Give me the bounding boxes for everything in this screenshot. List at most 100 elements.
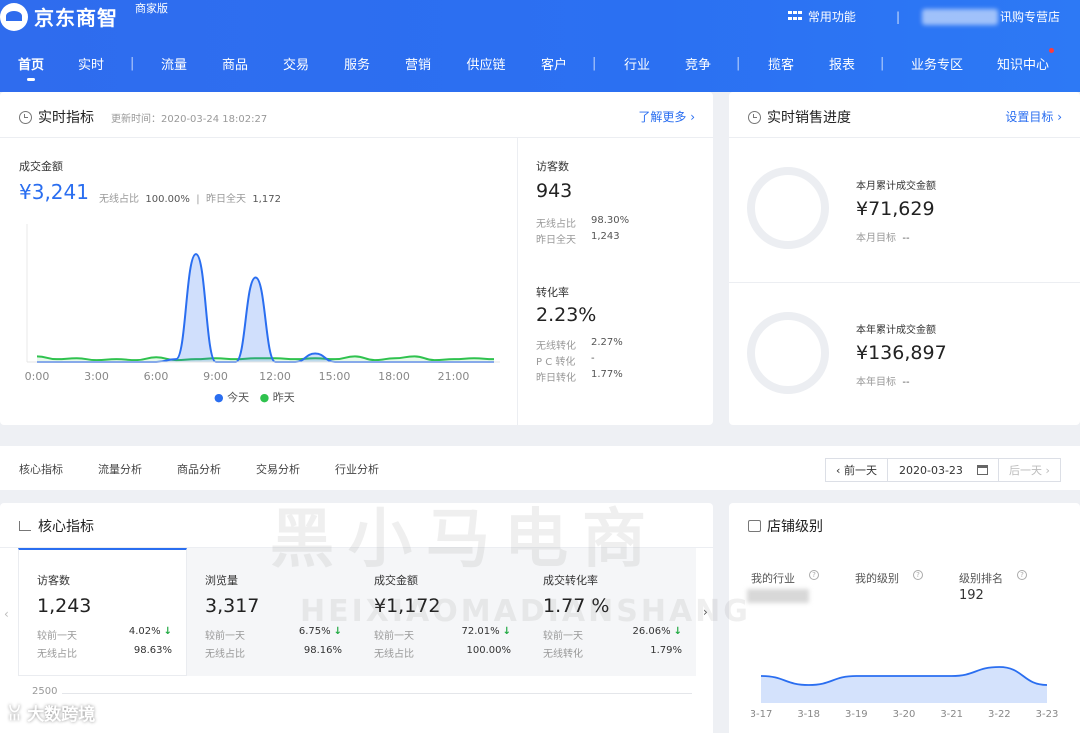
x-tick-label: 15:00 xyxy=(319,370,351,383)
metric-label: 成交转化率 xyxy=(543,574,598,587)
tab-product-analysis[interactable]: 商品分析 xyxy=(177,461,221,477)
clock-icon xyxy=(19,110,32,124)
metric-value: 3,317 xyxy=(205,595,260,617)
nav-home[interactable]: 首页 xyxy=(18,54,44,81)
nav-trade[interactable]: 交易 xyxy=(283,54,309,73)
level-x-tick: 3-17 xyxy=(751,709,772,720)
series-today xyxy=(37,253,494,363)
jd-logo-icon xyxy=(0,2,28,31)
metric-second-value: 98.16% xyxy=(303,645,342,656)
store-name[interactable]: 讯购专营店 xyxy=(1000,8,1060,25)
grid-icon xyxy=(787,10,802,23)
nav-business-zone[interactable]: 业务专区 xyxy=(911,54,963,73)
prev-day-button[interactable]: ‹ 前一天 xyxy=(825,458,888,482)
x-tick-label: 3:00 xyxy=(84,370,109,383)
carousel-next-icon[interactable]: › xyxy=(703,605,708,619)
x-tick-label: 18:00 xyxy=(378,370,410,383)
nav-marketing[interactable]: 营销 xyxy=(405,54,431,73)
x-tick-label: 6:00 xyxy=(144,370,169,383)
level-x-tick: 3-18 xyxy=(797,709,820,720)
metric-value: 1,243 xyxy=(37,595,92,617)
metric-change: 72.01% ↓ xyxy=(461,626,511,637)
level-x-tick: 3-19 xyxy=(845,709,868,720)
store-level-card: 店铺级别 我的行业 ? 我的级别 ? 级别排名 ? 192 3-17 3-18 3-… xyxy=(729,503,1080,733)
y-tick-2500: 2500 xyxy=(32,686,58,697)
sales-progress-card: 实时销售进度 设置目标 › 本月累计成交金额 ¥71,629 本月目标 -- 本… xyxy=(729,92,1080,425)
year-gmv-value: ¥136,897 xyxy=(856,342,947,364)
metric-second-value: 98.63% xyxy=(133,645,172,656)
level-x-tick: 3-21 xyxy=(940,709,963,720)
tab-traffic-analysis[interactable]: 流量分析 xyxy=(98,461,142,477)
nav-products[interactable]: 商品 xyxy=(222,54,248,73)
help-icon[interactable]: ? xyxy=(809,570,819,580)
level-x-tick: 3-20 xyxy=(893,709,916,720)
store-icon xyxy=(748,520,761,532)
arrow-down-icon: ↓ xyxy=(502,626,511,637)
compare-label: 较前一天 xyxy=(205,631,245,642)
core-title: 核心指标 xyxy=(38,519,94,535)
year-progress-ring xyxy=(747,312,829,394)
logo-text: 京东商智 xyxy=(34,6,118,30)
carousel-prev-icon[interactable]: ‹ xyxy=(4,607,9,621)
tab-core-metrics[interactable]: 核心指标 xyxy=(19,461,63,477)
chart-legend: ● 今天 ● 昨天 xyxy=(214,391,295,404)
sales-title: 实时销售进度 xyxy=(767,110,851,126)
metric-value: 1.77 % xyxy=(543,595,610,617)
learn-more-link[interactable]: 了解更多 › xyxy=(638,108,695,125)
x-tick-label: 21:00 xyxy=(438,370,470,383)
calendar-icon xyxy=(977,465,988,475)
set-goal-link[interactable]: 设置目标 › xyxy=(1005,108,1062,125)
nav-realtime[interactable]: 实时 xyxy=(78,54,104,73)
store-level-title: 店铺级别 xyxy=(767,519,823,535)
top-header: 京东商智 商家版 常用功能 | 讯购专营店 首页 实时 | 流量 商品 交易 服… xyxy=(0,0,1080,92)
metric-second-label: 无线占比 xyxy=(37,649,77,660)
rank-value: 192 xyxy=(959,588,984,603)
metric-second-value: 1.79% xyxy=(650,645,682,656)
nav-reports[interactable]: 报表 xyxy=(829,54,855,73)
target-icon xyxy=(748,110,761,124)
nav-industry[interactable]: 行业 xyxy=(624,54,650,73)
legend-yesterday[interactable]: 昨天 xyxy=(273,391,295,404)
nav-customers[interactable]: 客户 xyxy=(541,54,567,73)
store-level-chart: 3-17 3-18 3-19 3-20 3-21 3-22 3-23 xyxy=(751,666,1059,720)
metric-second-label: 无线占比 xyxy=(205,649,245,660)
level-x-tick: 3-22 xyxy=(988,709,1011,720)
metric-second-label: 无线占比 xyxy=(374,649,414,660)
core-metric-tile[interactable]: 成交金额 ¥1,172 较前一天 72.01% ↓ 无线占比 100.00% xyxy=(356,548,525,676)
arrow-down-icon: ↓ xyxy=(333,626,342,637)
series-area xyxy=(37,254,494,362)
metric-second-label: 无线转化 xyxy=(543,649,583,660)
arrow-down-icon: ↓ xyxy=(673,626,682,637)
nav-traffic[interactable]: 流量 xyxy=(161,54,187,73)
analysis-tabs-bar: 核心指标 流量分析 商品分析 交易分析 行业分析 ‹ 前一天 2020-03-2… xyxy=(0,446,1080,490)
next-day-button[interactable]: 后一天 › xyxy=(998,458,1061,482)
nav-competition[interactable]: 竞争 xyxy=(685,54,711,73)
nav-attract[interactable]: 揽客 xyxy=(768,54,794,73)
core-metric-tile[interactable]: 浏览量 3,317 较前一天 6.75% ↓ 无线占比 98.16% xyxy=(187,548,356,676)
compare-label: 较前一天 xyxy=(37,631,77,642)
level-x-tick: 3-23 xyxy=(1036,709,1059,720)
visitors-label: 访客数 xyxy=(536,160,569,173)
help-icon[interactable]: ? xyxy=(913,570,923,580)
tab-industry-analysis[interactable]: 行业分析 xyxy=(335,461,379,477)
logo[interactable]: 京东商智 xyxy=(0,2,118,31)
help-icon[interactable]: ? xyxy=(1017,570,1027,580)
arrow-down-icon: ↓ xyxy=(163,626,172,637)
metric-second-value: 100.00% xyxy=(466,645,512,656)
core-metric-tile[interactable]: 访客数 1,243 较前一天 4.02% ↓ 无线占比 98.63% xyxy=(18,548,187,676)
tab-trade-analysis[interactable]: 交易分析 xyxy=(256,461,300,477)
nav-supply-chain[interactable]: 供应链 xyxy=(466,54,506,73)
legend-today[interactable]: 今天 xyxy=(227,391,249,404)
nav-service[interactable]: 服务 xyxy=(344,54,370,73)
date-picker[interactable]: 2020-03-23 xyxy=(887,458,999,482)
notification-dot xyxy=(1049,47,1054,53)
core-metric-tile[interactable]: 成交转化率 1.77 % 较前一天 26.06% ↓ 无线转化 1.79% xyxy=(525,548,696,676)
cvr-value: 2.23% xyxy=(536,304,597,326)
common-functions-link[interactable]: 常用功能 xyxy=(808,8,856,25)
x-tick-label: 9:00 xyxy=(203,370,228,383)
realtime-metrics-card: 实时指标 更新时间：2020-03-24 18:02:27 了解更多 › 成交金… xyxy=(0,92,713,425)
month-progress-ring xyxy=(747,167,829,249)
metric-label: 成交金额 xyxy=(374,574,418,587)
top-right-tools: 常用功能 | 讯购专营店 xyxy=(787,8,1060,25)
nav-knowledge-center[interactable]: 知识中心 xyxy=(997,47,1054,73)
